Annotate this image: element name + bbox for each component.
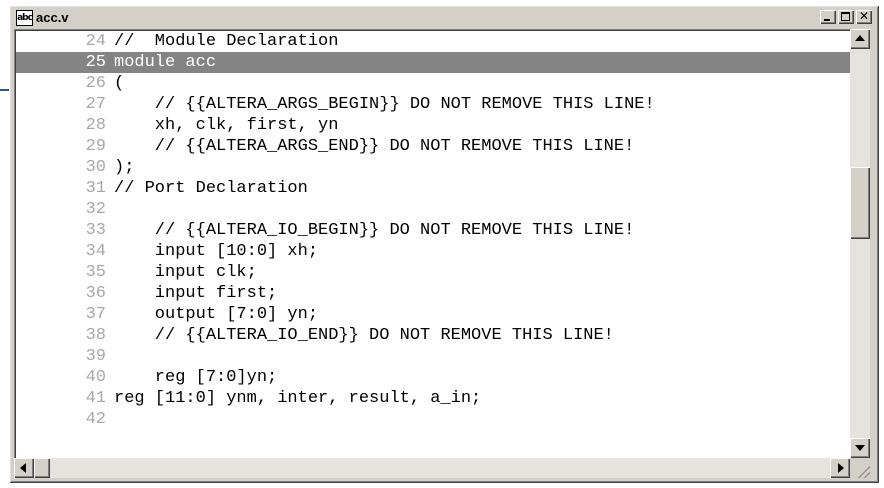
scroll-up-button[interactable]: [850, 29, 870, 49]
scroll-down-button[interactable]: [850, 438, 870, 458]
code-line[interactable]: 30);: [16, 157, 850, 178]
code-line[interactable]: 35 input clk;: [16, 262, 850, 283]
line-number: 35: [85, 263, 106, 282]
code-line[interactable]: 24 // Module Declaration: [16, 31, 850, 52]
vertical-scroll-thumb[interactable]: [850, 167, 870, 239]
code-text: input clk;: [114, 263, 257, 282]
code-text: // {{ALTERA_ARGS_END}} DO NOT REMOVE THI…: [114, 137, 635, 156]
line-number: 24: [85, 32, 106, 51]
line-number: 26: [85, 74, 106, 93]
code-line[interactable]: 29 // {{ALTERA_ARGS_END}} DO NOT REMOVE …: [16, 136, 850, 157]
code-text: reg [11:0] ynm, inter, result, a_in;: [114, 389, 482, 408]
line-number: 28: [85, 116, 106, 135]
minimize-button[interactable]: [820, 10, 836, 24]
code-text: // {{ALTERA_IO_BEGIN}} DO NOT REMOVE THI…: [114, 221, 635, 240]
code-text: (: [114, 74, 125, 93]
line-number: 25: [85, 53, 106, 72]
line-number: 41: [85, 389, 106, 408]
line-number: 33: [85, 221, 106, 240]
code-line[interactable]: 40 reg [7:0]yn;: [16, 367, 850, 388]
vertical-scrollbar[interactable]: [850, 29, 870, 458]
line-number: 42: [85, 410, 106, 429]
code-line[interactable]: 32: [16, 199, 850, 220]
close-icon: ✕: [858, 9, 870, 23]
code-line[interactable]: 37 output [7:0] yn;: [16, 304, 850, 325]
line-number: 40: [85, 368, 106, 387]
minimize-icon: [824, 19, 830, 21]
arrow-right-icon: [838, 463, 844, 473]
code-text: module acc: [114, 53, 217, 72]
code-line[interactable]: 39: [16, 346, 850, 367]
code-text: );: [114, 158, 135, 177]
editor-window: abc acc.v ✕ 24 // Module Declaration 25 mod…: [9, 5, 879, 483]
text-file-icon[interactable]: abc: [16, 10, 33, 26]
line-number: 32: [85, 200, 106, 219]
code-line[interactable]: 42: [16, 409, 850, 430]
line-number: 29: [85, 137, 106, 156]
code-text: // {{ALTERA_IO_END}} DO NOT REMOVE THIS …: [114, 326, 614, 345]
line-number: 30: [85, 158, 106, 177]
line-number: 39: [85, 347, 106, 366]
code-line[interactable]: 41 reg [11:0] ynm, inter, result, a_in;: [16, 388, 850, 409]
line-number: 38: [85, 326, 106, 345]
code-line[interactable]: 33 // {{ALTERA_IO_BEGIN}} DO NOT REMOVE …: [16, 220, 850, 241]
arrow-up-icon: [855, 35, 865, 41]
code-line[interactable]: 26 (: [16, 73, 850, 94]
code-text: // Port Declaration: [114, 179, 308, 198]
maximize-button[interactable]: [838, 10, 854, 24]
code-text: // Module Declaration: [114, 32, 339, 51]
arrow-down-icon: [855, 445, 865, 451]
close-button[interactable]: ✕: [856, 10, 872, 24]
arrow-left-icon: [20, 463, 26, 473]
code-editor[interactable]: 24 // Module Declaration 25 module acc 26 (27…: [14, 29, 850, 458]
code-line[interactable]: 36 input first;: [16, 283, 850, 304]
code-line[interactable]: 31 // Port Declaration: [16, 178, 850, 199]
code-text: input first;: [114, 284, 278, 303]
line-number: 36: [85, 284, 106, 303]
code-line[interactable]: 38 // {{ALTERA_IO_END}} DO NOT REMOVE TH…: [16, 325, 850, 346]
scroll-left-button[interactable]: [14, 458, 34, 478]
code-text: xh, clk, first, yn: [114, 116, 339, 135]
scroll-right-button[interactable]: [830, 458, 850, 478]
resize-grip-icon[interactable]: [850, 458, 870, 478]
line-number: 31: [85, 179, 106, 198]
line-number: 34: [85, 242, 106, 261]
horizontal-scrollbar[interactable]: [14, 458, 850, 478]
code-line[interactable]: 34 input [10:0] xh;: [16, 241, 850, 262]
horizontal-scroll-thumb[interactable]: [34, 458, 50, 478]
line-number: 27: [85, 95, 106, 114]
code-line-selected[interactable]: 25 module acc: [16, 52, 850, 73]
line-number: 37: [85, 305, 106, 324]
code-text: input [10:0] xh;: [114, 242, 319, 261]
window-title: acc.v: [36, 10, 69, 25]
code-text: output [7:0] yn;: [114, 305, 319, 324]
title-bar[interactable]: abc acc.v ✕: [12, 8, 876, 28]
code-line[interactable]: 27 // {{ALTERA_ARGS_BEGIN}} DO NOT REMOV…: [16, 94, 850, 115]
code-text: reg [7:0]yn;: [114, 368, 278, 387]
code-line[interactable]: 28 xh, clk, first, yn: [16, 115, 850, 136]
code-text: // {{ALTERA_ARGS_BEGIN}} DO NOT REMOVE T…: [114, 95, 655, 114]
maximize-icon: [841, 12, 850, 21]
